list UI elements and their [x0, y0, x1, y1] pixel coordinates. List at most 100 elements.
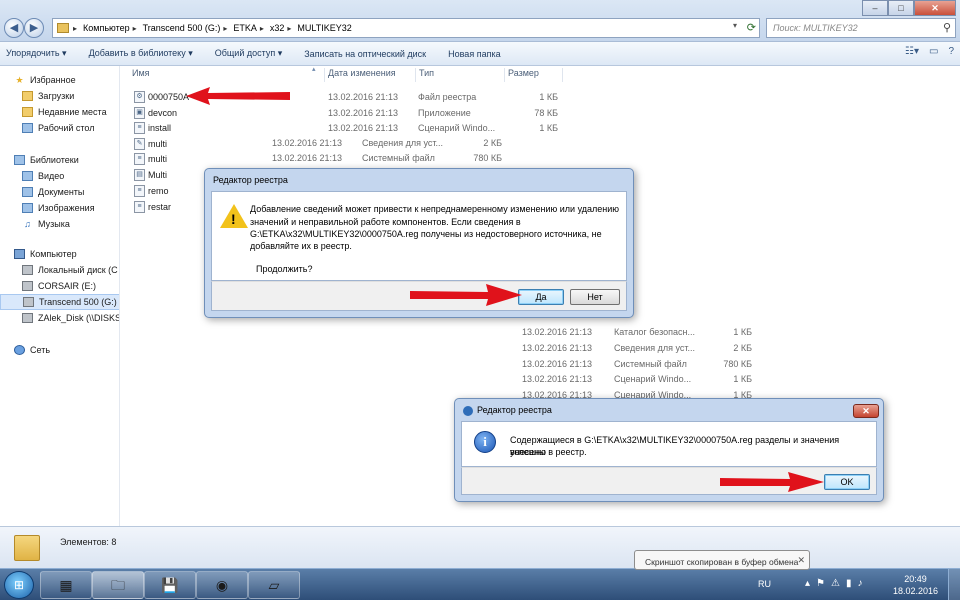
burn-button[interactable]: Записать на оптический диск — [304, 49, 426, 59]
continue-question: Продолжить? — [256, 264, 313, 274]
chevron-down-icon[interactable]: ▾ — [733, 21, 737, 30]
file-row[interactable]: ▣ devcon 13.02.2016 21:13 Приложение 78 … — [132, 106, 562, 121]
taskbar-app-utility[interactable]: ▦ — [40, 571, 92, 599]
help-icon[interactable]: ? — [948, 46, 954, 57]
file-name: 0000750A — [148, 92, 190, 102]
sidebar-item-desktop[interactable]: Рабочий стол — [22, 120, 95, 136]
sidebar-item-recent[interactable]: Недавние места — [22, 104, 107, 120]
address-bar[interactable]: ▸ Компьютер ▸ Transcend 500 (G:) ▸ ETKA … — [52, 18, 760, 38]
preview-pane-icon[interactable]: ▭ — [929, 46, 938, 57]
taskbar-app-firefox[interactable]: ◉ — [196, 571, 248, 599]
sidebar-item-label: Локальный диск (C — [38, 265, 118, 275]
file-type: Сценарий Windo... — [418, 123, 496, 133]
dialog-body: i Содержащиеся в G:\ETKA\x32\MULTIKEY32\… — [461, 421, 877, 467]
column-name[interactable]: Имя — [132, 68, 325, 82]
organize-button[interactable]: Упорядочить ▾ — [6, 48, 67, 59]
share-button[interactable]: Общий доступ ▾ — [215, 48, 283, 59]
sidebar-item-label: Библиотеки — [30, 155, 79, 165]
file-row[interactable]: ⚙ 0000750A 13.02.2016 21:13 Файл реестра… — [132, 90, 562, 105]
file-row[interactable]: ▤ Multi — [132, 168, 176, 183]
file-date: 13.02.2016 21:13 — [328, 92, 399, 102]
sidebar-item-music[interactable]: ♫ Музыка — [22, 216, 70, 232]
breadcrumb-multikey32[interactable]: MULTIKEY32 — [297, 23, 351, 33]
new-folder-button[interactable]: Новая папка — [448, 49, 500, 59]
taskbar-app-other[interactable]: ▱ — [248, 571, 300, 599]
breadcrumb-computer[interactable]: Компьютер — [83, 23, 130, 33]
utility-icon: ▦ — [59, 577, 73, 593]
file-row[interactable]: ≡ install 13.02.2016 21:13 Сценарий Wind… — [132, 121, 562, 136]
search-input[interactable]: Поиск: MULTIKEY32 ⚲ — [766, 18, 956, 38]
column-date[interactable]: Дата изменения — [328, 68, 416, 82]
item-count: Элементов: 8 — [60, 537, 117, 547]
sidebar-item-transcend[interactable]: Transcend 500 (G:) — [0, 294, 119, 310]
breadcrumb-etka[interactable]: ETKA — [233, 23, 257, 33]
sidebar-item-network[interactable]: Сеть — [14, 342, 50, 358]
column-size[interactable]: Размер — [508, 68, 563, 82]
warning-mark: ! — [231, 211, 236, 227]
refresh-icon[interactable]: ⟳ — [747, 21, 756, 34]
dialog-title: Редактор реестра — [213, 175, 288, 185]
taskbar-app-save[interactable]: 💾 — [144, 571, 196, 599]
window-icon: ▱ — [268, 577, 280, 593]
chevron-right-icon: ▸ — [259, 23, 264, 33]
sidebar-item-corsair[interactable]: CORSAIR (E:) — [22, 278, 96, 294]
file-size: 1 КБ — [733, 390, 752, 398]
ghost-row: 13.02.2016 21:13 Сведения для уст... 2 К… — [522, 341, 762, 356]
back-button[interactable]: ◀ — [4, 18, 24, 38]
sidebar-item-video[interactable]: Видео — [22, 168, 64, 184]
chevron-right-icon: ▸ — [223, 23, 228, 33]
sidebar-item-libraries[interactable]: Библиотеки — [14, 152, 79, 168]
sidebar-item-favorites[interactable]: ★ Избранное — [14, 72, 75, 88]
no-button[interactable]: Нет — [570, 289, 620, 305]
language-indicator[interactable]: RU — [758, 579, 771, 589]
show-desktop-button[interactable] — [948, 569, 960, 600]
clock[interactable]: 20:49 18.02.2016 — [893, 573, 938, 597]
setup-info-icon: ≡ — [134, 153, 145, 165]
sidebar-item-network-drive[interactable]: ZAlek_Disk (\\DISKS — [22, 310, 120, 326]
file-name: devcon — [148, 108, 178, 118]
system-file-icon: ▤ — [134, 169, 145, 181]
file-row[interactable]: ≡ remo — [132, 184, 176, 199]
file-size: 78 КБ — [534, 108, 558, 118]
yes-button[interactable]: Да — [518, 289, 564, 305]
maximize-button[interactable]: □ — [888, 0, 914, 16]
catalog-file-icon: ✎ — [134, 138, 145, 150]
view-options-icon[interactable]: ☷▾ — [905, 46, 919, 57]
notification-flag-icon[interactable]: ⚑ — [816, 578, 825, 589]
start-button[interactable]: ⊞ — [4, 571, 34, 599]
close-button[interactable]: ✕ — [914, 0, 956, 16]
breadcrumb-x32[interactable]: x32 — [270, 23, 285, 33]
file-row[interactable]: ≡ multi — [132, 152, 176, 167]
file-type: Сценарий Windo... — [614, 374, 692, 384]
sidebar-item-downloads[interactable]: Загрузки — [22, 88, 74, 104]
volume-icon[interactable]: ♪ — [857, 578, 862, 589]
minimize-button[interactable]: – — [862, 0, 888, 16]
desktop-icon — [22, 123, 33, 133]
sidebar-item-local-disk[interactable]: Локальный диск (C — [22, 262, 118, 278]
close-icon[interactable]: ✕ — [797, 555, 805, 566]
file-row[interactable]: ✎ multi — [132, 137, 176, 152]
ghost-row: 13.02.2016 21:13 Сценарий Windo... 1 КБ — [522, 372, 762, 387]
sidebar-item-label: Видео — [38, 171, 65, 181]
sidebar-item-label: ZAlek_Disk (\\DISKS — [38, 313, 120, 323]
column-type[interactable]: Тип — [419, 68, 505, 82]
expand-tray-icon[interactable]: ▴ — [805, 578, 810, 589]
ok-button[interactable]: OK — [824, 474, 870, 490]
forward-button[interactable]: ▶ — [24, 18, 44, 38]
file-type: Приложение — [418, 108, 471, 118]
add-to-library-button[interactable]: Добавить в библиотеку ▾ — [89, 48, 193, 59]
sidebar-item-images[interactable]: Изображения — [22, 200, 95, 216]
security-icon[interactable]: ⚠ — [831, 578, 840, 589]
breadcrumb-drive[interactable]: Transcend 500 (G:) — [143, 23, 221, 33]
taskbar-app-explorer[interactable]: 🗀 — [92, 571, 144, 599]
file-type: Сведения для уст... — [362, 138, 444, 148]
folder-icon — [22, 91, 33, 101]
sidebar-item-documents[interactable]: Документы — [22, 184, 84, 200]
sidebar-item-computer[interactable]: Компьютер — [14, 246, 77, 262]
ghost-row: 13.02.2016 21:13 Сценарий Windo... 1 КБ — [522, 388, 762, 398]
file-row[interactable]: ≡ restar — [132, 200, 176, 215]
network-icon[interactable]: ▮ — [846, 578, 852, 589]
file-date: 13.02.2016 21:13 — [522, 390, 593, 398]
search-icon[interactable]: ⚲ — [943, 21, 951, 34]
close-icon[interactable]: ✕ — [853, 404, 879, 418]
